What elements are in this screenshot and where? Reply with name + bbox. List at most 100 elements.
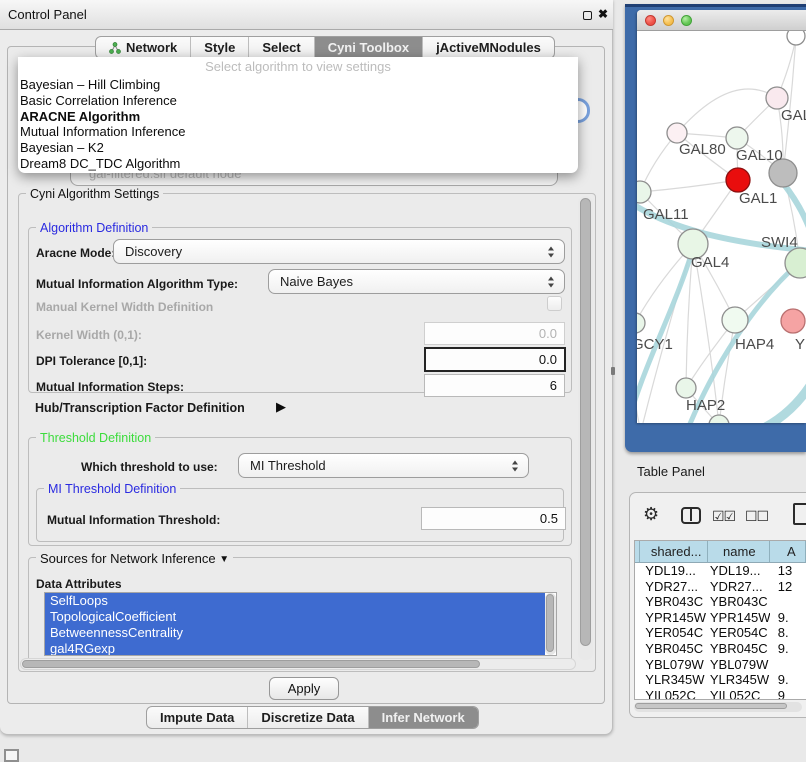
column-header-name[interactable]: name: [708, 541, 770, 563]
node-gal1[interactable]: [726, 168, 750, 192]
checked-boxes-icon[interactable]: ☑☑: [712, 508, 735, 525]
table-row[interactable]: YDL19...YDL19...13: [635, 563, 806, 579]
node-y[interactable]: [781, 309, 805, 333]
tab-discretize-data[interactable]: Discretize Data: [247, 707, 367, 728]
collapsed-panel-icon[interactable]: [4, 749, 19, 762]
node-unlabeled[interactable]: [709, 415, 729, 423]
scrollbar-thumb[interactable]: [580, 198, 591, 646]
dpi-tolerance-field[interactable]: 0.0: [424, 347, 566, 372]
table-row[interactable]: YDR27...YDR27...12: [635, 579, 806, 595]
cell[interactable]: YLR345W: [640, 672, 708, 688]
dropdown-item[interactable]: Bayesian – Hill Climbing: [18, 77, 578, 93]
cell[interactable]: YBR045C: [640, 641, 708, 657]
column-view-icon[interactable]: [681, 507, 701, 524]
mac-minimize-icon[interactable]: [663, 15, 674, 26]
cell[interactable]: YBR043C: [708, 594, 770, 610]
tab-infer-network[interactable]: Infer Network: [368, 707, 478, 728]
cell[interactable]: YPR145W: [708, 610, 770, 626]
cell[interactable]: 9.: [770, 641, 806, 657]
list-item[interactable]: SelfLoops: [45, 593, 545, 609]
dropdown-item[interactable]: Dream8 DC_TDC Algorithm: [18, 156, 578, 172]
cell[interactable]: YBR043C: [640, 594, 708, 610]
table-row[interactable]: YBR043CYBR043C: [635, 594, 806, 610]
dropdown-item[interactable]: Mutual Information Inference: [18, 124, 578, 140]
column-header-partial[interactable]: A: [770, 541, 806, 563]
table-row[interactable]: YPR145WYPR145W9.: [635, 610, 806, 626]
dropdown-item[interactable]: Bayesian – K2: [18, 140, 578, 156]
dropdown-item[interactable]: Basic Correlation Inference: [18, 93, 578, 109]
scrollbar-thumb[interactable]: [22, 660, 480, 668]
cell[interactable]: [770, 594, 806, 610]
settings-vertical-scrollbar[interactable]: [578, 196, 593, 660]
collapse-down-icon[interactable]: ▼: [219, 554, 229, 565]
document-icon[interactable]: [793, 503, 806, 525]
tab-cyni-toolbox[interactable]: Cyni Toolbox: [314, 37, 422, 58]
cell[interactable]: YER054C: [708, 625, 770, 641]
cell[interactable]: YDR27...: [708, 579, 770, 595]
network-canvas[interactable]: GAL GAL80 GAL10 GAL1 GAL11 SWI4 GAL4 GCY…: [637, 31, 806, 423]
cell[interactable]: YDL19...: [640, 563, 708, 579]
mac-close-icon[interactable]: [645, 15, 656, 26]
manual-kernel-checkbox[interactable]: [547, 296, 562, 311]
mi-threshold-field[interactable]: 0.5: [421, 507, 566, 530]
node-unlabeled[interactable]: [787, 31, 805, 45]
node-gal10[interactable]: [726, 127, 748, 149]
cell[interactable]: YPR145W: [640, 610, 708, 626]
aracne-mode-combobox[interactable]: Discovery: [113, 239, 565, 264]
cell[interactable]: YER054C: [640, 625, 708, 641]
tab-impute-data[interactable]: Impute Data: [147, 707, 247, 728]
node-gcy1[interactable]: [637, 313, 645, 333]
cell[interactable]: 9.: [770, 610, 806, 626]
table-row[interactable]: YBR045CYBR045C9.: [635, 641, 806, 657]
dropdown-item-selected[interactable]: ARACNE Algorithm: [18, 109, 578, 125]
network-window-titlebar[interactable]: [637, 10, 806, 31]
node-hap2[interactable]: [676, 378, 696, 398]
gear-icon[interactable]: ⚙: [643, 504, 659, 525]
cell[interactable]: 9.: [770, 672, 806, 688]
table-horizontal-scrollbar[interactable]: [634, 702, 802, 712]
cell[interactable]: 12: [770, 579, 806, 595]
table-row[interactable]: YLR345WYLR345W9.: [635, 672, 806, 688]
list-item[interactable]: BetweennessCentrality: [45, 625, 545, 641]
tab-network[interactable]: Network: [96, 37, 190, 58]
float-panel-icon[interactable]: [583, 11, 592, 20]
close-icon[interactable]: ✖: [598, 7, 608, 21]
cell[interactable]: YLR345W: [708, 672, 770, 688]
tab-select[interactable]: Select: [248, 37, 313, 58]
mi-steps-field[interactable]: 6: [424, 374, 565, 397]
node-gal80[interactable]: [667, 123, 687, 143]
panel-splitter-handle[interactable]: [611, 367, 615, 375]
cell[interactable]: 8.: [770, 625, 806, 641]
scrollbar-thumb[interactable]: [546, 594, 554, 652]
cell[interactable]: YDL19...: [708, 563, 770, 579]
cell[interactable]: YDR27...: [640, 579, 708, 595]
cell[interactable]: YIL052C: [708, 688, 770, 700]
kernel-width-field[interactable]: 0.0: [424, 322, 565, 345]
expand-right-icon[interactable]: ▶: [276, 399, 286, 415]
mac-zoom-icon[interactable]: [681, 15, 692, 26]
tab-jactivemnodules[interactable]: jActiveMNodules: [422, 37, 554, 58]
table-row[interactable]: YBL079WYBL079W: [635, 657, 806, 673]
settings-horizontal-scrollbar[interactable]: [20, 658, 576, 670]
node-gal[interactable]: [766, 87, 788, 109]
cell[interactable]: YBL079W: [640, 657, 708, 673]
column-header-shared[interactable]: shared...: [640, 541, 708, 563]
list-item[interactable]: gal4RGexp: [45, 641, 545, 656]
cell[interactable]: 9: [770, 688, 806, 700]
list-item[interactable]: TopologicalCoefficient: [45, 609, 545, 625]
tab-style[interactable]: Style: [190, 37, 248, 58]
unchecked-boxes-icon[interactable]: ☐☐: [745, 508, 768, 525]
node-hap4[interactable]: [722, 307, 748, 333]
table-row[interactable]: YER054CYER054C8.: [635, 625, 806, 641]
node-gal11[interactable]: [637, 181, 651, 203]
cell[interactable]: YBR045C: [708, 641, 770, 657]
cell[interactable]: 13: [770, 563, 806, 579]
cell[interactable]: [770, 657, 806, 673]
scrollbar-thumb[interactable]: [635, 703, 787, 709]
cell[interactable]: YIL052C: [640, 688, 708, 700]
cell[interactable]: YBL079W: [708, 657, 770, 673]
which-threshold-combobox[interactable]: MI Threshold: [238, 453, 529, 478]
attribute-list-scrollbar[interactable]: [545, 593, 556, 655]
mi-type-combobox[interactable]: Naive Bayes: [268, 269, 565, 294]
apply-button[interactable]: Apply: [269, 677, 339, 700]
